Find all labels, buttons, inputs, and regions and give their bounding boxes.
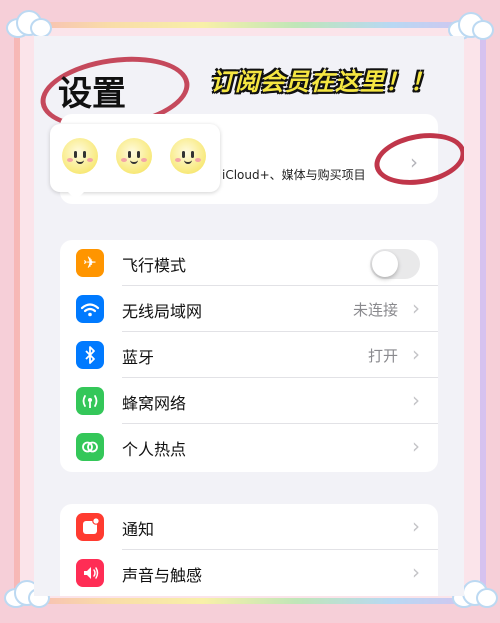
chevron-right-icon: › (412, 560, 420, 584)
settings-row-cellular[interactable]: 蜂窝网络 › (60, 378, 438, 424)
page-title: 设置 (58, 74, 126, 114)
settings-row-sounds[interactable]: 声音与触感 › (60, 550, 438, 596)
chevron-right-icon: › (412, 514, 420, 538)
chevron-right-icon: › (412, 342, 420, 366)
settings-row-wifi[interactable]: 无线局域网 未连接 › (60, 286, 438, 332)
row-label: 蓝牙 (122, 348, 155, 367)
chevron-right-icon: › (412, 296, 420, 320)
smiley-face-icon (116, 138, 152, 174)
chevron-right-icon: › (412, 388, 420, 412)
row-label: 蜂窝网络 (122, 394, 187, 413)
subscription-banner: 订阅会员在这里！！ (210, 68, 435, 96)
settings-row-hotspot[interactable]: 个人热点 › (60, 424, 438, 470)
settings-row-bluetooth[interactable]: 蓝牙 打开 › (60, 332, 438, 378)
row-label: 无线局域网 (122, 302, 203, 321)
notification-icon (76, 513, 104, 541)
cloud-icon (448, 12, 494, 40)
connectivity-group: ✈ 飞行模式 无线局域网 未连接 › 蓝牙 打开 › 蜂窝网络 › 个人热点 › (60, 240, 438, 472)
notifications-group: 通知 › 声音与触感 › (60, 504, 438, 596)
emoji-bubble (50, 124, 220, 200)
settings-row-airplane-mode[interactable]: ✈ 飞行模式 (60, 240, 438, 286)
row-label: 通知 (122, 520, 155, 539)
bluetooth-icon (76, 341, 104, 369)
row-label: 声音与触感 (122, 566, 203, 585)
row-label: 个人热点 (122, 440, 187, 459)
airplane-mode-toggle[interactable] (370, 249, 420, 279)
cellular-icon (76, 387, 104, 415)
cloud-icon (6, 10, 52, 38)
smiley-face-icon (62, 138, 98, 174)
settings-screen: 设置 订阅会员在这里！！ iCloud+、媒体与购买项目 › ✈ 飞行模式 无线… (34, 36, 464, 596)
account-subtitle: iCloud+、媒体与购买项目 (222, 168, 366, 182)
hotspot-icon (76, 433, 104, 461)
sound-icon (76, 559, 104, 587)
smiley-face-icon (170, 138, 206, 174)
wifi-icon (76, 295, 104, 323)
settings-row-notifications[interactable]: 通知 › (60, 504, 438, 550)
row-value: 打开 (367, 347, 398, 365)
row-label: 飞行模式 (122, 256, 187, 275)
chevron-right-icon: › (412, 434, 420, 458)
airplane-icon: ✈ (76, 249, 104, 277)
row-value: 未连接 (352, 301, 398, 319)
